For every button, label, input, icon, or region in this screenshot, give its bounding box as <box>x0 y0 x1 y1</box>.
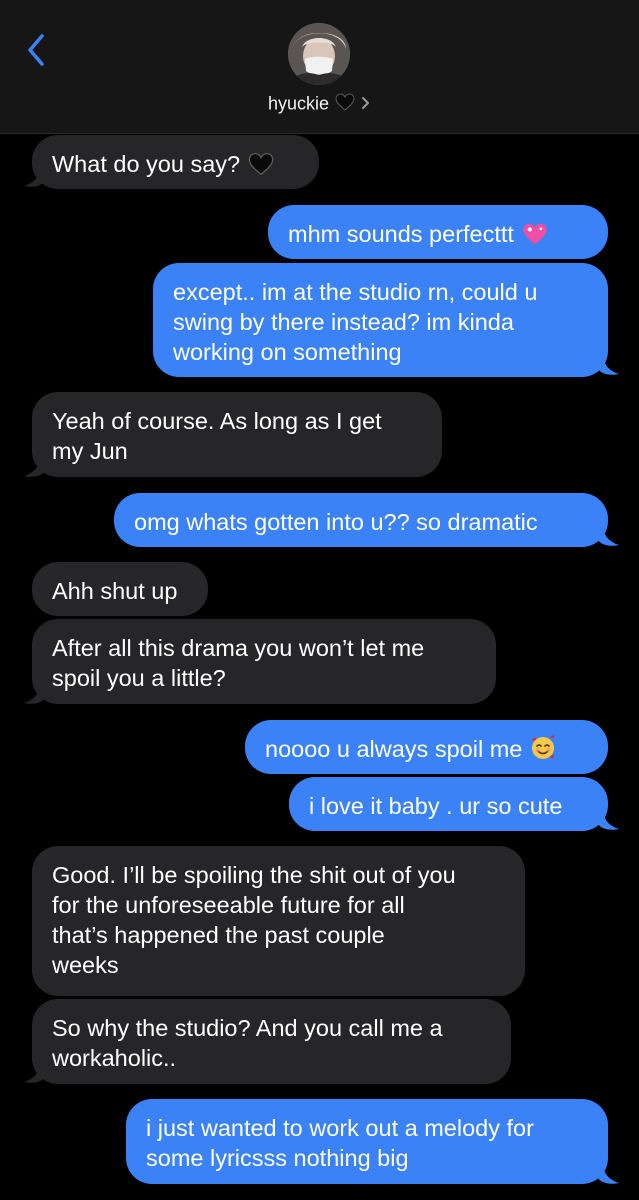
chevron-left-icon <box>28 34 44 66</box>
message-line: workaholic.. <box>52 1045 177 1071</box>
message-line: that’s happened the past couple <box>52 922 385 948</box>
message-line: Yeah of course. As long as I get <box>52 408 382 434</box>
conversation-header: hyuckie <box>0 0 639 134</box>
message-line: working on something <box>173 339 402 365</box>
message-line: for the unforeseeable future for all <box>52 892 405 918</box>
message-line: weeks <box>52 952 119 978</box>
message-line: spoil you a little? <box>52 665 226 691</box>
sparkling-heart-icon <box>522 222 548 253</box>
message-line: except.. im at the studio rn, could u <box>173 279 538 305</box>
message-bubble-received[interactable]: Yeah of course. As long as I get my Jun <box>32 392 442 477</box>
message-bubble-sent[interactable]: omg whats gotten into u?? so dramatic <box>114 493 608 547</box>
message-bubble-sent[interactable]: mhm sounds perfecttt <box>268 205 608 259</box>
message-line: After all this drama you won’t let me <box>52 635 425 661</box>
message-bubble-sent[interactable]: noooo u always spoil me <box>245 720 608 774</box>
message-line: So why the studio? And you call me a <box>52 1015 443 1041</box>
message-text: noooo u always spoil me <box>265 736 523 762</box>
message-bubble-sent[interactable]: i love it baby . ur so cute <box>289 777 608 831</box>
back-button[interactable] <box>22 30 54 70</box>
message-bubble-received[interactable]: After all this drama you won’t let me sp… <box>32 619 496 704</box>
black-heart-icon <box>248 152 274 183</box>
message-bubble-received[interactable]: Good. I’ll be spoiling the shit out of y… <box>32 846 525 996</box>
message-line: swing by there instead? im kinda <box>173 309 514 335</box>
contact-avatar[interactable] <box>288 23 350 85</box>
message-line: some lyricsss nothing big <box>146 1145 409 1171</box>
contact-name: hyuckie <box>267 93 330 114</box>
message-text: Ahh shut up <box>52 578 178 604</box>
message-text: What do you say? <box>52 151 241 177</box>
message-bubble-received[interactable]: What do you say? <box>32 135 319 189</box>
message-bubble-sent[interactable]: i just wanted to work out a melody for s… <box>126 1099 608 1184</box>
message-text: omg whats gotten into u?? so dramatic <box>134 509 538 535</box>
message-text: i love it baby . ur so cute <box>309 793 563 819</box>
message-line: my Jun <box>52 438 128 464</box>
avatar-image <box>288 23 350 85</box>
message-line: i just wanted to work out a melody for <box>146 1115 534 1141</box>
message-bubble-sent[interactable]: except.. im at the studio rn, could u sw… <box>153 263 608 377</box>
message-bubble-received[interactable]: Ahh shut up <box>32 562 208 616</box>
message-line: Good. I’ll be spoiling the shit out of y… <box>52 862 456 888</box>
message-bubble-received[interactable]: So why the studio? And you call me a wor… <box>32 999 511 1084</box>
message-text: mhm sounds perfecttt <box>288 221 514 247</box>
contact-name-row[interactable]: hyuckie <box>0 93 639 116</box>
smiling-face-with-hearts-icon <box>530 735 556 768</box>
black-heart-icon <box>335 93 355 116</box>
chevron-right-icon <box>361 94 371 115</box>
